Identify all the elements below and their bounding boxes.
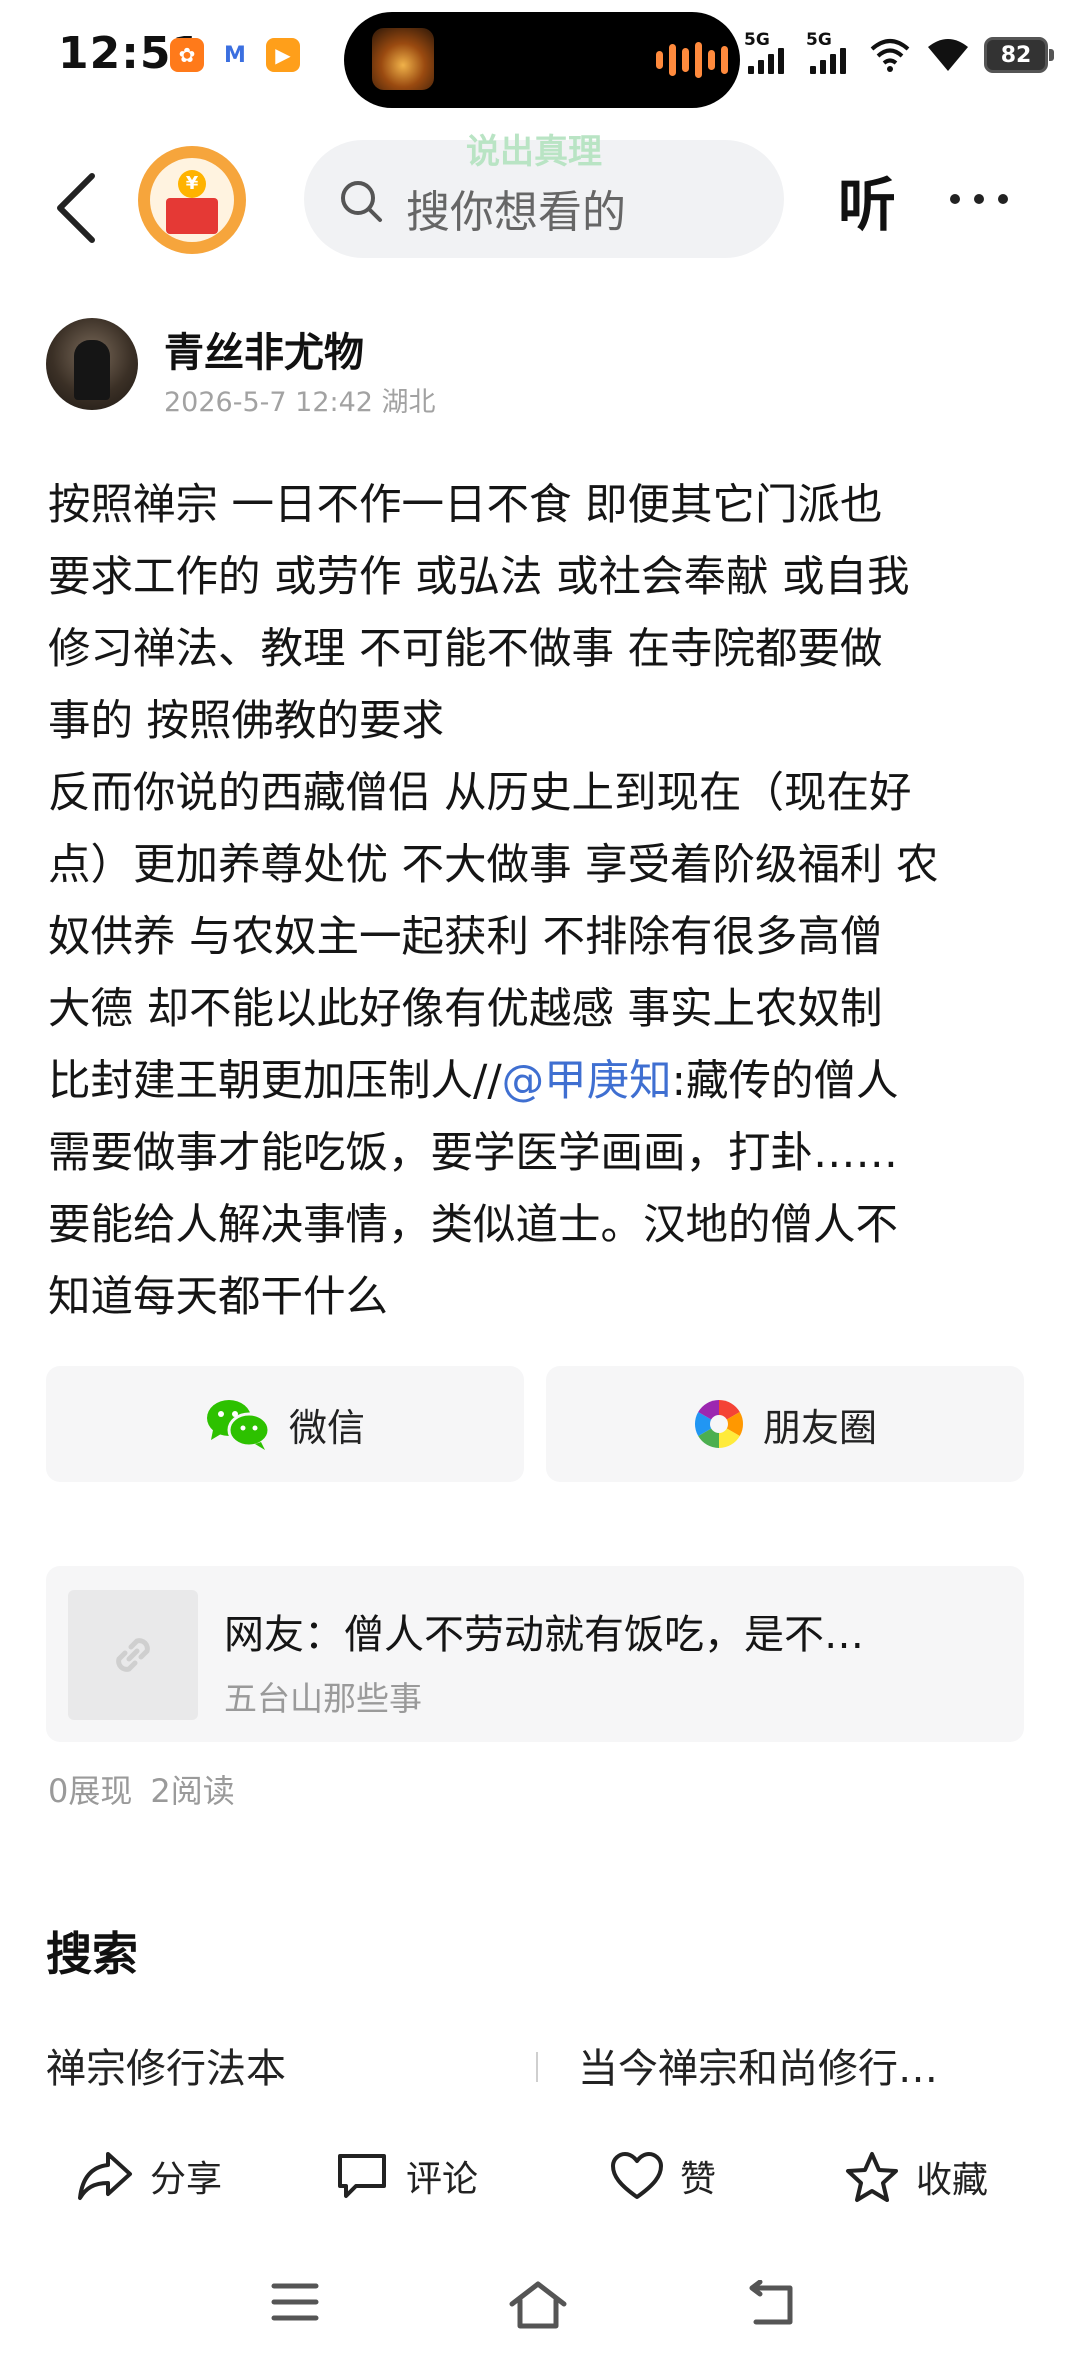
share-moments-button[interactable]: 朋友圈 [546,1366,1024,1482]
search-hint-text: 说出真理 [466,132,602,172]
collect-button[interactable]: 收藏 [844,2150,988,2204]
now-playing-artwork [372,28,434,90]
orange-app-icon: ✿ [170,38,204,72]
listen-button[interactable]: 听 [838,158,896,242]
author-name[interactable]: 青丝非尤物 [164,320,364,378]
audio-wave-icon [656,42,728,78]
divider [536,2052,538,2082]
mail-app-icon: M [218,38,252,72]
status-app-icons: ✿ M ▶ [170,38,300,72]
home-icon[interactable] [508,2280,568,2330]
post-time-location: 2026-5-7 12:42 湖北 [164,387,436,418]
menu-icon[interactable] [270,2280,320,2324]
post-line: 需要做事才能吃饭，要学医学画画，打卦…… [48,1129,899,1178]
post-line: 奴供养 与农奴主一起获利 不排除有很多高僧 [48,913,883,962]
share-moments-label: 朋友圈 [762,1405,877,1450]
dynamic-island[interactable] [344,12,740,108]
cell-signal-icon-2: 5G [806,30,854,76]
coin-icon: ¥ [178,170,206,198]
post-line: 事的 按照佛教的要求 [48,697,445,746]
post-content: 按照禅宗 一日不作一日不食 即便其它门派也 要求工作的 或劳作 或弘法 或社会奉… [48,470,1042,1334]
more-options-icon[interactable] [950,194,1008,204]
post-line: 知道每天都干什么 [48,1273,389,1322]
share-wechat-button[interactable]: 微信 [46,1366,524,1482]
video-app-icon: ▶ [266,38,300,72]
post-line: 要求工作的 或劳作 或弘法 或社会奉献 或自我 [48,553,910,602]
post-line: 按照禅宗 一日不作一日不食 即便其它门派也 [48,481,883,530]
author-avatar[interactable] [46,318,138,410]
bottom-action-bar: 分享 评论 赞 收藏 [0,2110,1080,2240]
post-line: 大德 却不能以此好像有优越感 事实上农奴制 [48,985,883,1034]
wifi-icon [928,39,968,71]
system-nav-bar [0,2240,1080,2376]
search-suggestion[interactable]: 当今禅宗和尚修行… [578,2036,938,2094]
user-mention-link[interactable]: @甲庚知 [502,1057,672,1106]
comment-icon [338,2154,386,2198]
post-line: 比封建王朝更加压制人//@甲庚知:藏传的僧人 [48,1057,899,1106]
wechat-icon [206,1400,271,1450]
share-arrow-icon [78,2152,132,2200]
linked-article-title: 网友：僧人不劳动就有饭吃，是不… [224,1612,864,1658]
status-bar: 12:51 ✿ M ▶ 5G 5G 82 [0,0,1080,120]
post-stats: 0展现 2阅读 [48,1766,235,1812]
linked-article-card[interactable]: 网友：僧人不劳动就有饭吃，是不… 五台山那些事 [46,1566,1024,1742]
back-nav-icon[interactable] [746,2280,798,2328]
link-icon [116,1638,150,1672]
search-section-title: 搜索 [46,1927,138,1981]
hotspot-icon [870,39,910,72]
share-button[interactable]: 分享 [76,2150,222,2202]
impressions-count: 0展现 [48,1772,133,1810]
reads-count: 2阅读 [150,1772,235,1810]
like-button[interactable]: 赞 [610,2150,716,2202]
app-logo[interactable]: ¥ [138,146,246,254]
post-line: 反而你说的西藏僧侣 从历史上到现在（现在好 [48,769,912,818]
status-indicators: 5G 5G 82 [744,30,1054,76]
search-icon [341,181,382,222]
post-line: 点）更加养尊处优 不大做事 享受着阶级福利 农 [48,841,939,890]
battery-icon: 82 [984,37,1054,73]
search-suggestion[interactable]: 禅宗修行法本 [46,2036,286,2094]
link-thumbnail [68,1590,198,1720]
moments-icon [694,1400,743,1448]
heart-icon [611,2152,663,2199]
search-placeholder: 搜你想看的 [406,187,626,238]
back-arrow-icon[interactable] [48,168,108,248]
post-line: 修习禅法、教理 不可能不做事 在寺院都要做 [48,625,883,674]
comment-button[interactable]: 评论 [334,2150,478,2202]
linked-article-source: 五台山那些事 [224,1679,422,1718]
top-header: ¥ 搜你想看的 说出真理 听 [0,120,1080,290]
star-icon [846,2152,898,2202]
share-wechat-label: 微信 [288,1405,365,1450]
cell-signal-icon: 5G [744,30,792,76]
post-line: 要能给人解决事情，类似道士。汉地的僧人不 [48,1201,899,1250]
